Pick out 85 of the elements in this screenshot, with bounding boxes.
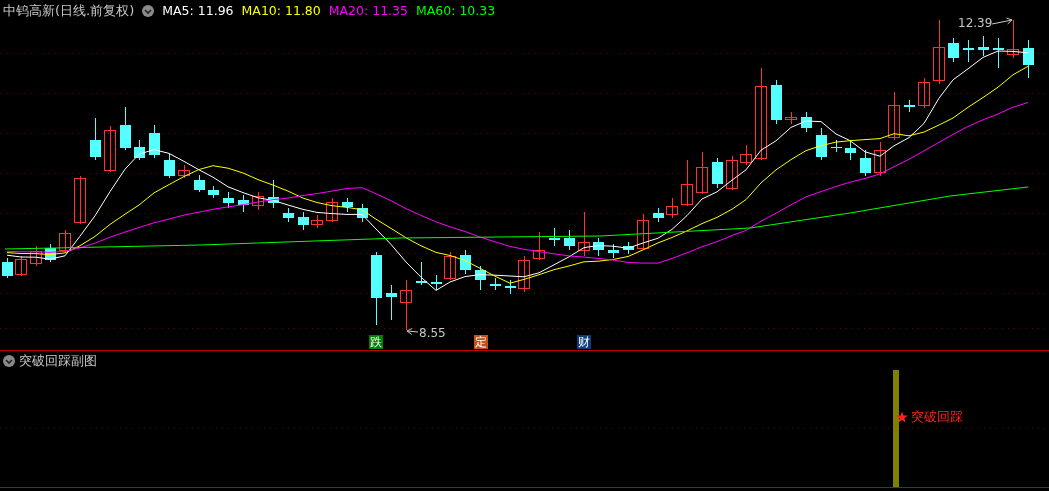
candlestick <box>490 277 501 291</box>
candlestick <box>326 197 338 223</box>
candlestick <box>475 265 486 291</box>
candlestick <box>816 127 827 161</box>
candlestick <box>238 194 249 213</box>
candlestick <box>696 151 708 195</box>
candlestick <box>178 164 190 179</box>
candlestick <box>1007 19 1019 59</box>
dropdown-icon[interactable] <box>3 355 15 367</box>
candlestick <box>431 274 442 291</box>
candlestick <box>860 149 871 177</box>
moving-average-value: MA60: 10.33 <box>416 3 496 18</box>
candlestick <box>726 155 738 191</box>
chart-title: 中钨高新(日线.前复权) <box>3 1 135 20</box>
candlestick <box>904 99 915 113</box>
high-price-label: 12.39 <box>958 16 993 30</box>
candlestick <box>342 197 353 213</box>
candlestick <box>283 207 294 223</box>
low-price-label: 8.55 <box>419 326 446 340</box>
candlestick <box>416 261 427 286</box>
candlestick <box>993 37 1004 69</box>
candlestick <box>357 203 368 223</box>
candlestick <box>963 39 974 63</box>
candlestick <box>608 243 619 259</box>
candlestick <box>831 139 842 153</box>
candlestick <box>104 125 116 173</box>
candlestick <box>712 157 723 189</box>
candlestick <box>311 214 323 229</box>
candlestick <box>933 19 945 85</box>
candlestick <box>564 229 575 251</box>
candlestick <box>845 139 856 161</box>
signal-label: 突破回踩 <box>911 408 963 426</box>
candlestick <box>593 237 604 257</box>
indicator-title: 突破回踩副图 <box>19 352 97 370</box>
candlestick <box>918 77 930 109</box>
candlestick <box>460 249 471 275</box>
candlestick <box>15 255 27 277</box>
event-marker[interactable]: 财 <box>577 335 591 349</box>
candlestick <box>533 231 545 261</box>
dropdown-icon[interactable] <box>142 4 155 17</box>
candlestick <box>623 241 634 255</box>
candlestick <box>134 139 145 161</box>
event-marker[interactable]: 定 <box>474 335 488 349</box>
candlestick <box>785 111 797 125</box>
candlestick <box>874 141 886 177</box>
moving-average-value: MA20: 11.35 <box>328 3 408 18</box>
candlestick <box>223 191 234 209</box>
candlestick <box>978 35 989 57</box>
candlestick <box>801 111 812 133</box>
candlestick <box>90 117 101 161</box>
candlestick <box>400 279 412 331</box>
star-icon <box>896 411 908 423</box>
candlestick <box>666 197 678 219</box>
candlestick <box>386 284 397 321</box>
candlestick <box>549 227 560 247</box>
candlestick <box>208 185 219 199</box>
candlestick <box>681 159 693 207</box>
candlestick <box>740 144 752 166</box>
candlestick <box>771 79 782 125</box>
candlestick <box>252 191 264 211</box>
candlestick <box>578 211 590 257</box>
arrow-icon <box>991 17 1013 25</box>
moving-average-value: MA5: 11.96 <box>162 3 234 18</box>
candlestick <box>2 257 13 279</box>
candlestick <box>74 175 86 225</box>
candlestick <box>637 213 649 251</box>
candlestick <box>518 255 530 293</box>
candlestick <box>268 179 279 209</box>
candlestick <box>948 37 959 63</box>
candlestick <box>888 91 900 141</box>
candlestick <box>120 106 131 151</box>
candlestick <box>298 211 309 231</box>
candlestick <box>653 207 664 223</box>
candlestick <box>59 229 71 253</box>
event-marker[interactable]: 跌 <box>369 335 383 349</box>
candlestick <box>164 153 175 179</box>
candlestick <box>45 243 56 263</box>
candlestick <box>1023 39 1034 79</box>
candlestick <box>149 124 160 159</box>
candlestick <box>444 251 456 281</box>
arrow-icon <box>406 327 419 335</box>
candlestick <box>30 245 42 267</box>
candlestick <box>505 279 516 295</box>
moving-average-value: MA10: 11.80 <box>241 3 321 18</box>
candlestick <box>194 174 205 193</box>
